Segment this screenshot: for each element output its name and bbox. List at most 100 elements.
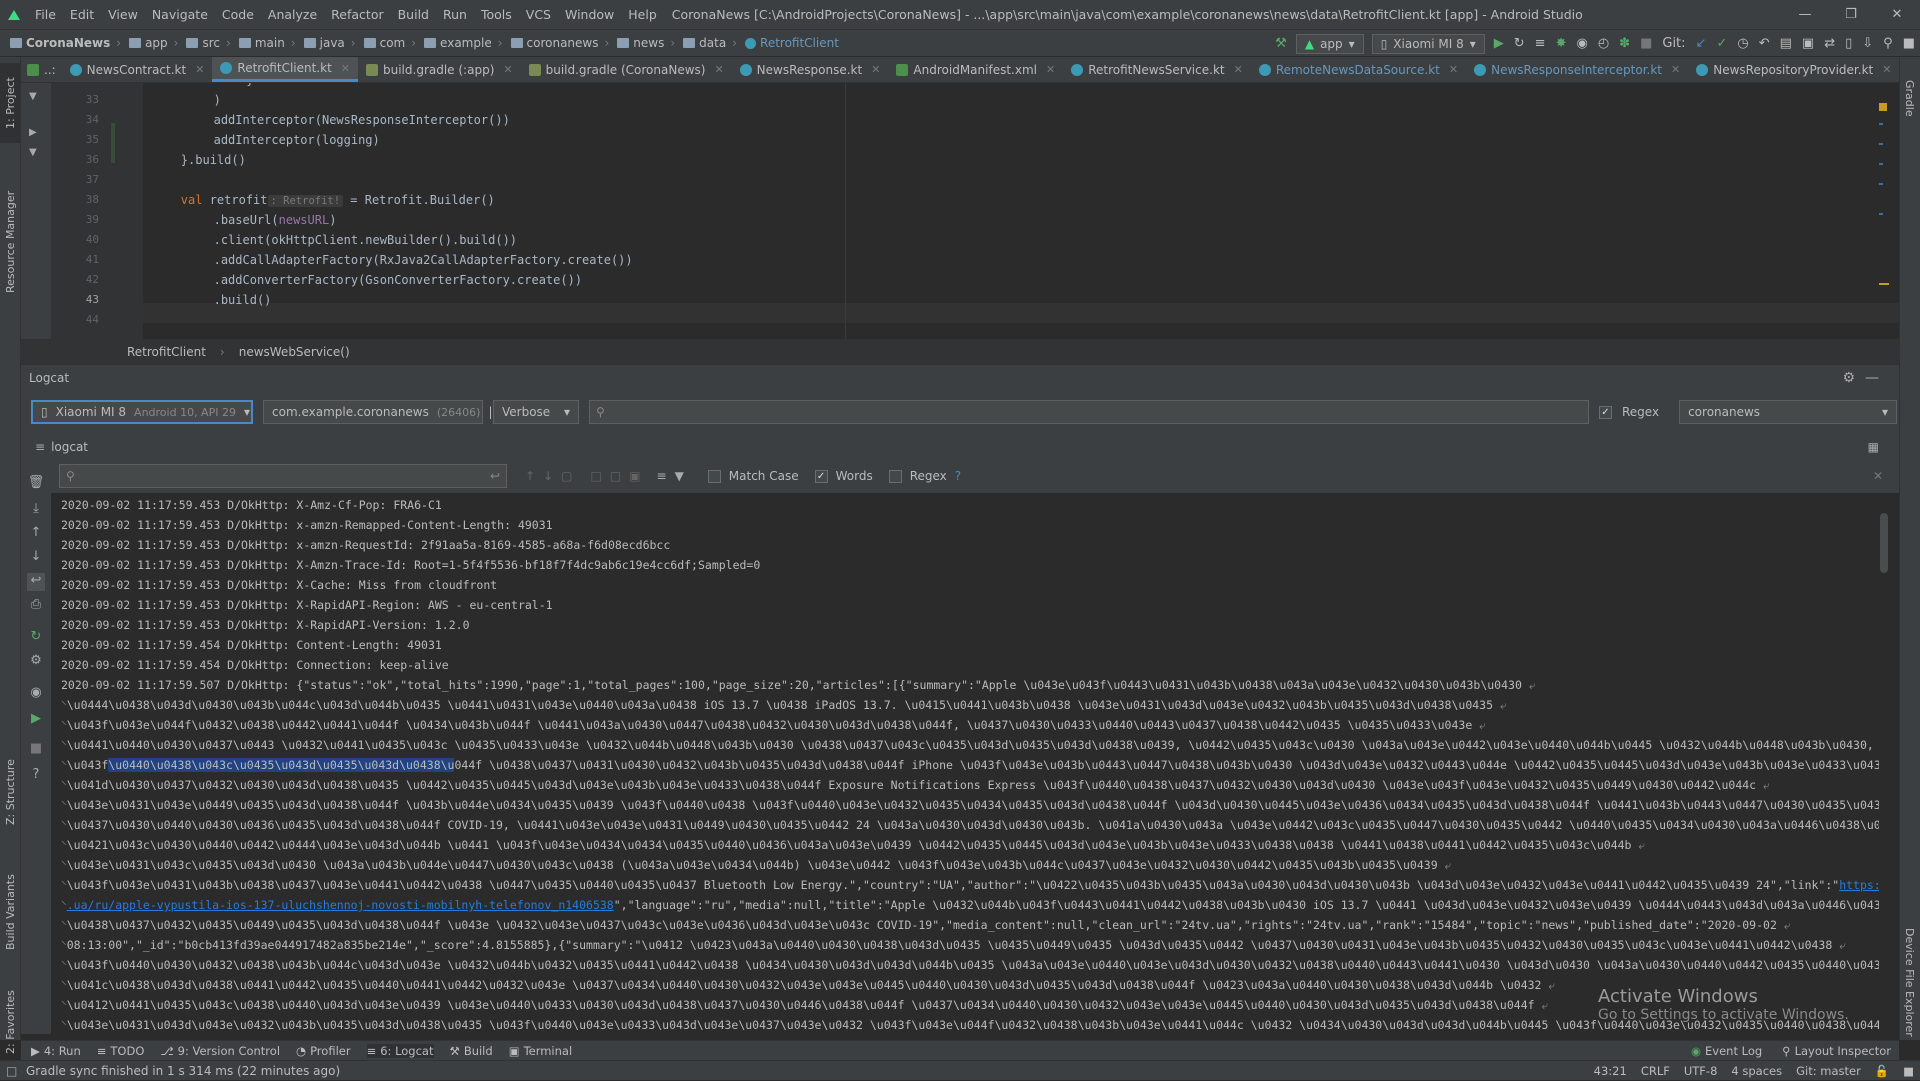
run-config-select[interactable]: ▲ app ▾ — [1295, 33, 1364, 54]
favorites-tab[interactable]: 2: Favorites — [0, 977, 21, 1067]
logcat-sub-label[interactable]: logcat — [51, 440, 88, 454]
profile-icon[interactable]: ◴ — [1593, 36, 1614, 51]
help-icon[interactable]: ? — [27, 767, 45, 785]
rerun-icon[interactable]: ↻ — [1509, 36, 1530, 51]
indent-setting[interactable]: 4 spaces — [1731, 1064, 1782, 1078]
restart-icon[interactable]: ↻ — [27, 629, 45, 647]
tab-remotenewsdatasource-kt[interactable]: RemoteNewsDataSource.kt ✕ — [1251, 57, 1466, 82]
bottom-tab-9-version-control[interactable]: ⎇ 9: Version Control — [160, 1044, 280, 1058]
find-regex-checkbox[interactable] — [888, 469, 902, 483]
close-tab-icon[interactable]: ✕ — [1234, 63, 1243, 76]
project-tool-tab[interactable]: 1: Project — [0, 63, 21, 143]
sdk-manager-icon[interactable]: ⇩ — [1857, 36, 1878, 51]
bottom-tab-terminal[interactable]: ▣ Terminal — [509, 1044, 572, 1058]
structure-tab[interactable]: Z: Structure — [0, 737, 21, 847]
next-occurrence-icon[interactable]: ↓ — [543, 469, 553, 483]
bottom-tab-4-run[interactable]: ▶ 4: Run — [31, 1044, 81, 1058]
regex-checkbox[interactable]: ✓ — [1599, 405, 1612, 419]
close-tab-icon[interactable]: ✕ — [195, 63, 204, 76]
device-dropdown[interactable]: ▯ Xiaomi MI 8 Android 10, API 29 ▾ — [31, 400, 253, 424]
breadcrumb-item[interactable]: RetrofitClient — [741, 36, 843, 50]
close-tab-icon[interactable]: ✕ — [1046, 63, 1055, 76]
find-options-icon[interactable]: ↩ — [490, 469, 500, 483]
layout-toggle-icon[interactable]: ▦ — [1868, 440, 1879, 454]
event-log-tab[interactable]: ◉ Event Log — [1691, 1044, 1762, 1058]
tab-retrofitnewsservice-kt[interactable]: RetrofitNewsService.kt ✕ — [1063, 57, 1251, 82]
find-input[interactable]: ⚲ ↩ — [59, 464, 507, 488]
git-rollback-icon[interactable]: ↶ — [1754, 36, 1775, 51]
add-selection-icon[interactable]: □ — [590, 469, 601, 483]
device-file-explorer-tab[interactable]: Device File Explorer — [1899, 897, 1920, 1067]
breadcrumb-item[interactable]: news › — [613, 36, 679, 50]
apply-changes-icon[interactable]: ≡ — [1530, 36, 1551, 51]
tab-build-gradle-coronanews-[interactable]: build.gradle (CoronaNews) ✕ — [521, 57, 732, 82]
breadcrumb-item[interactable]: main › — [235, 36, 300, 50]
settings-gear-icon[interactable]: ⚙ — [1842, 370, 1855, 386]
account-icon[interactable]: ■ — [1898, 36, 1920, 51]
memory-indicator-icon[interactable]: ■ — [1903, 1064, 1914, 1078]
search-everywhere-icon[interactable]: ⚲ — [1878, 36, 1898, 51]
arrow-up-icon[interactable]: ↑ — [27, 525, 45, 543]
menu-item-file[interactable]: File — [28, 7, 63, 22]
screen-record-icon[interactable]: ▶ — [27, 711, 45, 729]
caret-position[interactable]: 43:21 — [1594, 1064, 1627, 1078]
breadcrumb-class[interactable]: RetrofitClient — [127, 345, 206, 359]
menu-item-refactor[interactable]: Refactor — [324, 7, 390, 22]
tab-retrofitclient-kt[interactable]: RetrofitClient.kt ✕ — [212, 57, 358, 82]
bottom-tab-profiler[interactable]: ◔ Profiler — [296, 1044, 351, 1058]
screen-capture-icon[interactable]: ◉ — [27, 685, 45, 703]
menu-item-code[interactable]: Code — [215, 7, 261, 22]
select-all-icon[interactable]: ▣ — [629, 469, 640, 483]
breadcrumb-item[interactable]: java › — [300, 36, 360, 50]
print-icon[interactable]: ⎙ — [27, 597, 45, 615]
debug-icon[interactable]: ✸ — [1551, 36, 1572, 51]
breadcrumb-item[interactable]: src › — [182, 36, 234, 50]
settings-gear-icon[interactable]: ⚙ — [27, 653, 45, 671]
soft-wrap-icon[interactable]: ↩ — [27, 573, 45, 591]
close-tab-icon[interactable]: ✕ — [1449, 63, 1458, 76]
menu-item-analyze[interactable]: Analyze — [261, 7, 324, 22]
menu-item-tools[interactable]: Tools — [474, 7, 519, 22]
menu-item-window[interactable]: Window — [558, 7, 621, 22]
tab-newscontract-kt[interactable]: NewsContract.kt ✕ — [62, 57, 213, 82]
close-tab-icon[interactable]: ✕ — [871, 63, 880, 76]
menu-item-navigate[interactable]: Navigate — [145, 7, 215, 22]
process-dropdown[interactable]: com.example.coronanews (26406) | ▾ — [263, 400, 502, 424]
bottom-tab-todo[interactable]: ≡ TODO — [97, 1044, 145, 1058]
line-separator[interactable]: CRLF — [1641, 1064, 1670, 1078]
tabs-overflow[interactable]: ..: — [21, 57, 62, 82]
breadcrumb-item[interactable]: example › — [420, 36, 506, 50]
close-tab-icon[interactable]: ✕ — [714, 63, 723, 76]
close-tab-icon[interactable]: ✕ — [1671, 63, 1680, 76]
coverage-icon[interactable]: ◉ — [1571, 36, 1592, 51]
collapse-arrow-icon[interactable]: ▼ — [29, 91, 37, 102]
menu-item-vcs[interactable]: VCS — [519, 7, 558, 22]
attach-debugger-icon[interactable]: ✽ — [1614, 36, 1635, 51]
logcat-search-input[interactable]: ⚲ — [589, 400, 1589, 424]
scroll-to-end-icon[interactable]: ⤓ — [27, 501, 45, 519]
log-level-dropdown[interactable]: Verbose ▾ — [493, 400, 579, 424]
run-icon[interactable]: ▶ — [1489, 36, 1509, 51]
filter-icon[interactable]: ▼ — [675, 469, 684, 483]
code-editor[interactable]: ▼ ▶ ▼ 32 33 34 35 36 37 38 39 40 41 42 43 44 }) addIn… — [21, 83, 1899, 339]
breadcrumb-item[interactable]: CoronaNews › — [6, 36, 125, 50]
previous-occurrence-icon[interactable]: ↑ — [525, 469, 535, 483]
git-history-icon[interactable]: ◷ — [1732, 36, 1753, 51]
words-checkbox[interactable]: ✓ — [814, 469, 828, 483]
close-tab-icon[interactable]: ✕ — [503, 63, 512, 76]
stop-icon[interactable]: ■ — [27, 741, 45, 759]
git-commit-icon[interactable]: ✓ — [1711, 36, 1732, 51]
help-link[interactable]: ? — [955, 469, 961, 483]
sync-gradle-icon[interactable]: ⇄ — [1819, 36, 1840, 51]
close-find-icon[interactable]: ✕ — [1873, 469, 1883, 483]
close-icon[interactable]: ✕ — [1874, 0, 1920, 30]
menu-item-run[interactable]: Run — [436, 7, 474, 22]
tab-androidmanifest-xml[interactable]: AndroidManifest.xml ✕ — [888, 57, 1063, 82]
collapse-arrow-icon[interactable]: ▼ — [29, 147, 37, 158]
git-update-icon[interactable]: ↙ — [1691, 36, 1712, 51]
close-tab-icon[interactable]: ✕ — [341, 62, 350, 75]
avd-manager-icon[interactable]: ▯ — [1840, 36, 1857, 51]
breadcrumb-item[interactable]: coronanews › — [507, 36, 614, 50]
breadcrumb-item[interactable]: data › — [679, 36, 741, 50]
find-in-window-icon[interactable]: ▢ — [561, 469, 572, 483]
